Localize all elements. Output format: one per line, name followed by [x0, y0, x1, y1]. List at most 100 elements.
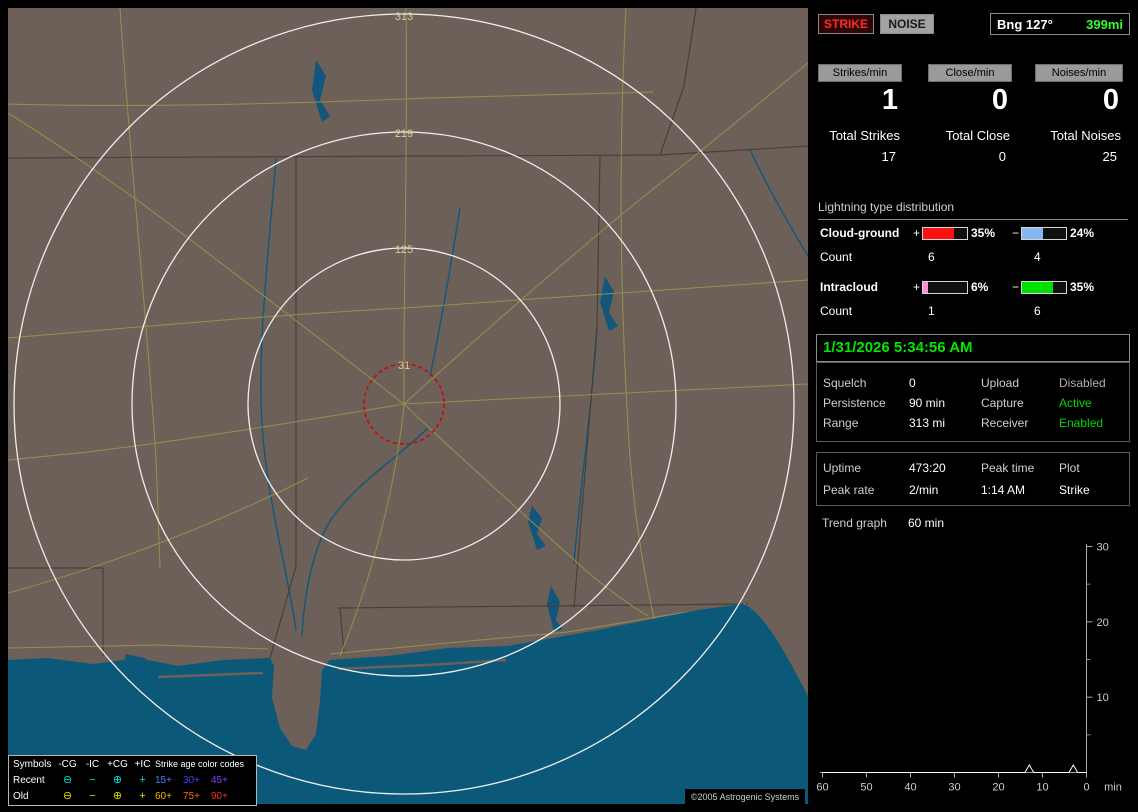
- noises-per-min-button[interactable]: Noises/min: [1035, 64, 1123, 82]
- strike-button[interactable]: STRIKE: [818, 14, 874, 34]
- pos-cg-recent-icon: ⊕: [112, 773, 123, 786]
- svg-text:40: 40: [904, 782, 916, 794]
- stats-box: Uptime 473:20 Peak time Plot Peak rate 2…: [816, 452, 1130, 506]
- total-noises-label: Total Noises: [1050, 128, 1121, 143]
- uptime-label: Uptime: [823, 461, 862, 475]
- bearing-display: Bng 127° 399mi: [990, 13, 1130, 35]
- legend-old-label: Old: [13, 790, 29, 802]
- svg-text:min: min: [1104, 782, 1122, 794]
- strikes-column: Strikes/min 1 Total Strikes 17: [818, 64, 902, 164]
- ic-negative-bar: [1021, 281, 1067, 294]
- neg-cg-recent-icon: ⊖: [62, 773, 73, 786]
- peak-rate-label: Peak rate: [823, 483, 875, 497]
- range-label: Range: [823, 416, 859, 430]
- close-rate-value: 0: [991, 84, 1008, 116]
- neg-ic-recent-icon: −: [89, 773, 96, 786]
- ic-positive-count: 1: [928, 304, 935, 318]
- minus-sign: −: [1012, 280, 1020, 294]
- svg-text:30: 30: [1097, 542, 1109, 554]
- intracloud-label: Intracloud: [820, 280, 879, 294]
- legend-col-neg-cg: -CG: [58, 758, 77, 770]
- ic-positive-bar-fill: [923, 282, 929, 293]
- capture-label: Capture: [981, 396, 1024, 410]
- uptime-value: 473:20: [909, 461, 946, 475]
- bearing-range: 399mi: [1086, 16, 1123, 32]
- noises-column: Noises/min 0 Total Noises 25: [1035, 64, 1123, 164]
- cg-negative-bar-fill: [1022, 228, 1044, 239]
- cg-negative-count: 4: [1034, 250, 1041, 264]
- persistence-value: 90 min: [909, 396, 946, 410]
- close-per-min-button[interactable]: Close/min: [928, 64, 1012, 82]
- svg-text:20: 20: [1097, 617, 1109, 629]
- strike-map[interactable]: 313 219 125 31: [8, 8, 808, 804]
- age-60: 60+: [155, 790, 172, 802]
- age-30: 30+: [183, 774, 200, 786]
- total-noises-value: 25: [1102, 149, 1117, 164]
- minus-sign: −: [1012, 226, 1020, 240]
- legend-recent-row: Recent ⊖ − ⊕ + 15+ 30+ 45+: [9, 772, 256, 788]
- svg-text:30: 30: [948, 782, 960, 794]
- receiver-label: Receiver: [981, 416, 1029, 430]
- noise-button[interactable]: NOISE: [880, 14, 934, 34]
- cloud-ground-label: Cloud-ground: [820, 226, 900, 240]
- legend-recent-label: Recent: [13, 774, 45, 786]
- bearing-value: Bng 127°: [997, 16, 1053, 32]
- squelch-label: Squelch: [823, 376, 867, 390]
- peak-time-value: 1:14 AM: [981, 483, 1026, 497]
- cg-positive-count: 6: [928, 250, 935, 264]
- pos-ic-recent-icon: +: [139, 773, 146, 786]
- age-45: 45+: [211, 774, 228, 786]
- ring-label-313: 313: [395, 11, 413, 23]
- nexstorm-window: 313 219 125 31 Symbols -CG -IC +CG +IC S…: [0, 0, 1138, 812]
- plot-label: Plot: [1059, 461, 1080, 475]
- ring-label-219: 219: [395, 128, 413, 140]
- legend-symbols-header: Symbols: [13, 758, 52, 770]
- upload-status: Disabled: [1059, 376, 1106, 390]
- cg-positive-bar-fill: [923, 228, 954, 239]
- plot-mode-value: Strike: [1059, 483, 1090, 497]
- plus-sign: +: [913, 226, 921, 240]
- age-15: 15+: [155, 774, 172, 786]
- strikes-rate-value: 1: [881, 84, 898, 116]
- cg-negative-bar: [1021, 227, 1067, 240]
- peak-rate-value: 2/min: [909, 483, 939, 497]
- ic-count-label: Count: [820, 304, 853, 318]
- capture-status: Active: [1059, 396, 1092, 410]
- plus-sign: +: [913, 280, 921, 294]
- total-strikes-value: 17: [881, 149, 896, 164]
- cg-negative-pct: 24%: [1070, 226, 1095, 240]
- map-legend: Symbols -CG -IC +CG +IC Strike age color…: [8, 755, 257, 806]
- upload-label: Upload: [981, 376, 1020, 390]
- trend-chart: 10 20 30 60 50 40 30 20 10 0 min: [816, 542, 1122, 794]
- legend-col-pos-cg: +CG: [107, 758, 128, 770]
- trend-graph-label: Trend graph: [822, 516, 887, 530]
- map-area[interactable]: 313 219 125 31 Symbols -CG -IC +CG +IC S…: [8, 8, 808, 806]
- cg-positive-pct: 35%: [971, 226, 996, 240]
- neg-ic-old-icon: −: [89, 789, 96, 802]
- copyright: ©2005 Astrogenic Systems: [685, 789, 805, 805]
- cg-positive-bar: [922, 227, 968, 240]
- ic-negative-count: 6: [1034, 304, 1041, 318]
- control-panel: STRIKE NOISE Bng 127° 399mi Strikes/min …: [816, 8, 1130, 804]
- strikes-per-min-button[interactable]: Strikes/min: [818, 64, 902, 82]
- total-close-value: 0: [998, 149, 1006, 164]
- peak-time-label: Peak time: [981, 461, 1035, 475]
- cg-count-label: Count: [820, 250, 853, 264]
- age-75: 75+: [183, 790, 200, 802]
- total-close-label: Total Close: [945, 128, 1010, 143]
- ic-negative-bar-fill: [1022, 282, 1053, 293]
- legend-col-neg-ic: -IC: [85, 758, 100, 770]
- legend-old-row: Old ⊖ − ⊕ + 60+ 75+ 90+: [9, 788, 256, 804]
- ic-positive-bar: [922, 281, 968, 294]
- ring-label-31: 31: [398, 360, 410, 372]
- svg-text:10: 10: [1036, 782, 1048, 794]
- svg-text:20: 20: [992, 782, 1004, 794]
- datetime-display: 1/31/2026 5:34:56 AM: [816, 334, 1130, 362]
- range-value: 313 mi: [909, 416, 946, 430]
- ic-negative-pct: 35%: [1070, 280, 1095, 294]
- pos-ic-old-icon: +: [139, 789, 146, 802]
- close-column: Close/min 0 Total Close 0: [928, 64, 1012, 164]
- legend-col-pos-ic: +IC: [134, 758, 151, 770]
- legend-header-row: Symbols -CG -IC +CG +IC Strike age color…: [9, 756, 256, 772]
- neg-cg-old-icon: ⊖: [62, 789, 73, 802]
